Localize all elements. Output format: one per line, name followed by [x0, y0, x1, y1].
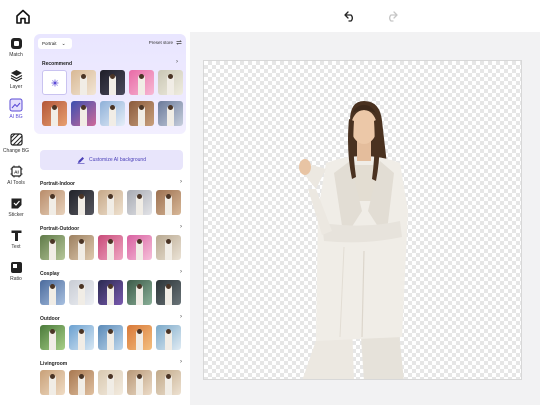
chevron-right-icon[interactable]: ›	[180, 179, 182, 185]
thumb-outdoor-3[interactable]	[98, 325, 123, 350]
thumb-recommend-10[interactable]	[158, 101, 183, 126]
customize-ai-background-label: Customize AI background	[89, 157, 146, 163]
section-title-cosplay: Cosplay	[40, 271, 60, 277]
text-icon	[9, 228, 23, 242]
thumb-portrait-outdoor-5[interactable]	[156, 235, 181, 260]
undo-button[interactable]	[341, 8, 359, 24]
ratio-icon	[9, 260, 23, 274]
ai-tools-icon: AI	[9, 164, 23, 178]
redo-button[interactable]	[383, 8, 401, 24]
recommend-card: Portrait ⌄ Preset store Recommend ›	[34, 34, 186, 134]
thumb-livingroom-5[interactable]	[156, 370, 181, 395]
thumb-livingroom-4[interactable]	[127, 370, 152, 395]
thumb-outdoor-1[interactable]	[40, 325, 65, 350]
preset-store-label: Preset store	[148, 40, 173, 45]
thumb-portrait-outdoor-1[interactable]	[40, 235, 65, 260]
thumb-portrait-indoor-5[interactable]	[156, 190, 181, 215]
rail-item-change-bg[interactable]: Change BG	[0, 132, 32, 162]
subject-cutout-image	[299, 101, 408, 379]
app-window: Match Layer AI BG Change BG AI AI Tools	[0, 0, 540, 405]
section-title-recommend: Recommend	[42, 61, 73, 67]
rail-label-ai-tools: AI Tools	[7, 180, 25, 186]
thumb-recommend-6[interactable]	[42, 101, 67, 126]
thumb-recommend-9[interactable]	[129, 101, 154, 126]
thumb-recommend-2[interactable]	[71, 70, 96, 95]
thumb-cosplay-1[interactable]	[40, 280, 65, 305]
thumb-portrait-indoor-1[interactable]	[40, 190, 65, 215]
match-icon	[9, 36, 23, 50]
section-title-portrait-indoor: Portrait-Indoor	[40, 181, 75, 187]
thumb-cosplay-4[interactable]	[127, 280, 152, 305]
rail-label-layer: Layer	[9, 84, 23, 90]
thumb-recommend-7[interactable]	[71, 101, 96, 126]
thumb-portrait-outdoor-4[interactable]	[127, 235, 152, 260]
section-title-portrait-outdoor: Portrait-Outdoor	[40, 226, 80, 232]
thumb-outdoor-5[interactable]	[156, 325, 181, 350]
thumb-portrait-indoor-4[interactable]	[127, 190, 152, 215]
home-icon	[16, 9, 30, 24]
rail-item-ratio[interactable]: Ratio	[0, 260, 32, 290]
rail-item-text[interactable]: Text	[0, 228, 32, 258]
no-background-thumb[interactable]	[42, 70, 67, 95]
thumb-livingroom-1[interactable]	[40, 370, 65, 395]
thumb-outdoor-4[interactable]	[127, 325, 152, 350]
thumb-portrait-outdoor-2[interactable]	[69, 235, 94, 260]
tool-rail: Match Layer AI BG Change BG AI AI Tools	[0, 32, 32, 405]
rail-item-layer[interactable]: Layer	[0, 68, 32, 98]
category-dropdown-value: Portrait	[42, 41, 57, 46]
ai-bg-icon	[9, 98, 23, 112]
rail-label-match: Match	[9, 52, 23, 58]
layers-icon	[9, 68, 23, 82]
rail-label-change-bg: Change BG	[2, 148, 30, 154]
thumb-portrait-outdoor-3[interactable]	[98, 235, 123, 260]
rail-item-match[interactable]: Match	[0, 36, 32, 66]
rail-label-sticker: Sticker	[8, 212, 24, 218]
pencil-icon	[77, 157, 85, 164]
chevron-down-icon: ⌄	[61, 40, 66, 47]
chevron-right-icon[interactable]: ›	[180, 314, 182, 320]
rail-item-sticker[interactable]: Sticker	[0, 196, 32, 226]
image-canvas[interactable]	[203, 60, 522, 380]
background-panel: Portrait ⌄ Preset store Recommend › Cust…	[32, 32, 190, 405]
thumb-livingroom-2[interactable]	[69, 370, 94, 395]
section-title-livingroom: Livingroom	[40, 361, 68, 367]
svg-text:AI: AI	[14, 169, 19, 175]
thumb-portrait-indoor-2[interactable]	[69, 190, 94, 215]
sparkle-icon	[51, 79, 58, 86]
rail-item-ai-bg[interactable]: AI BG	[0, 98, 32, 128]
rail-label-ai-bg: AI BG	[9, 114, 23, 120]
chevron-right-icon[interactable]: ›	[180, 224, 182, 230]
chevron-right-icon[interactable]: ›	[180, 359, 182, 365]
thumb-portrait-indoor-3[interactable]	[98, 190, 123, 215]
swap-icon	[176, 40, 182, 45]
category-dropdown[interactable]: Portrait ⌄	[38, 38, 72, 49]
thumb-recommend-4[interactable]	[129, 70, 154, 95]
chevron-right-icon[interactable]: ›	[176, 59, 178, 65]
thumb-outdoor-2[interactable]	[69, 325, 94, 350]
thumb-recommend-8[interactable]	[100, 101, 125, 126]
rail-label-text: Text	[11, 244, 21, 250]
chevron-right-icon[interactable]: ›	[180, 269, 182, 275]
thumb-cosplay-3[interactable]	[98, 280, 123, 305]
thumb-recommend-5[interactable]	[158, 70, 183, 95]
redo-icon	[389, 10, 398, 22]
rail-item-ai-tools[interactable]: AI AI Tools	[0, 164, 32, 194]
home-button[interactable]	[12, 6, 34, 26]
section-title-outdoor: Outdoor	[40, 316, 60, 322]
thumb-recommend-3[interactable]	[100, 70, 125, 95]
rail-label-ratio: Ratio	[10, 276, 22, 282]
customize-ai-background-button[interactable]: Customize AI background	[40, 150, 183, 170]
workspace	[190, 32, 540, 405]
change-bg-icon	[9, 132, 23, 146]
top-toolbar	[0, 0, 540, 32]
undo-icon	[344, 10, 353, 22]
thumb-cosplay-5[interactable]	[156, 280, 181, 305]
thumb-cosplay-2[interactable]	[69, 280, 94, 305]
sticker-icon	[9, 196, 23, 210]
preset-store-toggle[interactable]: Preset store	[149, 40, 182, 45]
thumb-livingroom-3[interactable]	[98, 370, 123, 395]
